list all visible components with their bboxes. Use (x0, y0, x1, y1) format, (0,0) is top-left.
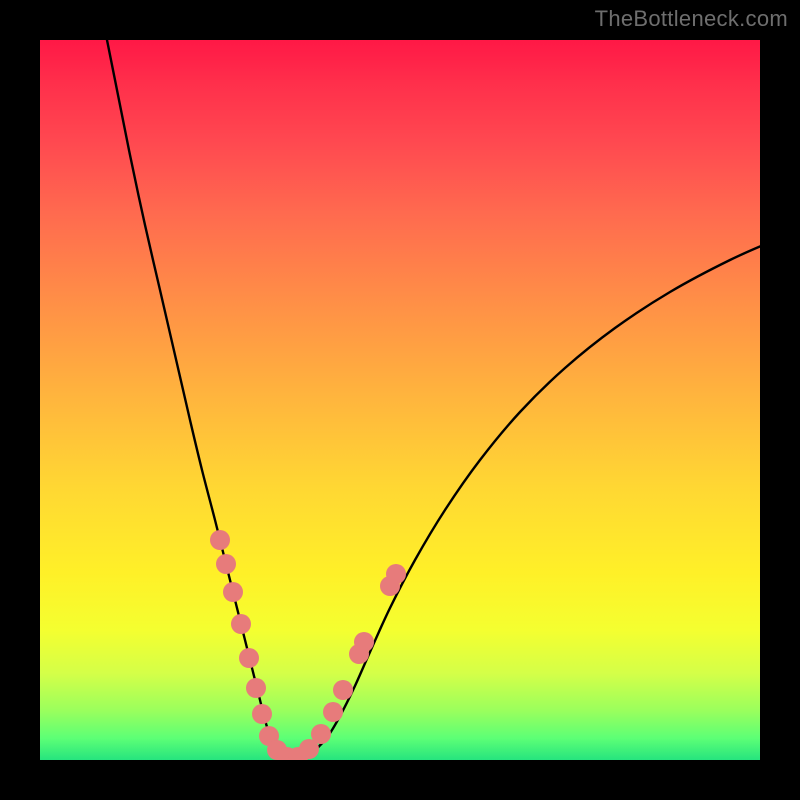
data-marker (216, 554, 236, 574)
data-marker (246, 678, 266, 698)
data-marker (333, 680, 353, 700)
data-marker (223, 582, 243, 602)
data-marker (354, 632, 374, 652)
data-marker (231, 614, 251, 634)
data-markers (210, 530, 406, 760)
watermark-label: TheBottleneck.com (595, 6, 788, 32)
data-marker (311, 724, 331, 744)
curve-left (105, 40, 292, 760)
data-marker (210, 530, 230, 550)
data-marker (239, 648, 259, 668)
data-marker (386, 564, 406, 584)
chart-frame (40, 40, 760, 760)
data-marker (323, 702, 343, 722)
curve-right (292, 238, 760, 760)
bottleneck-curve-plot (40, 40, 760, 760)
data-marker (252, 704, 272, 724)
